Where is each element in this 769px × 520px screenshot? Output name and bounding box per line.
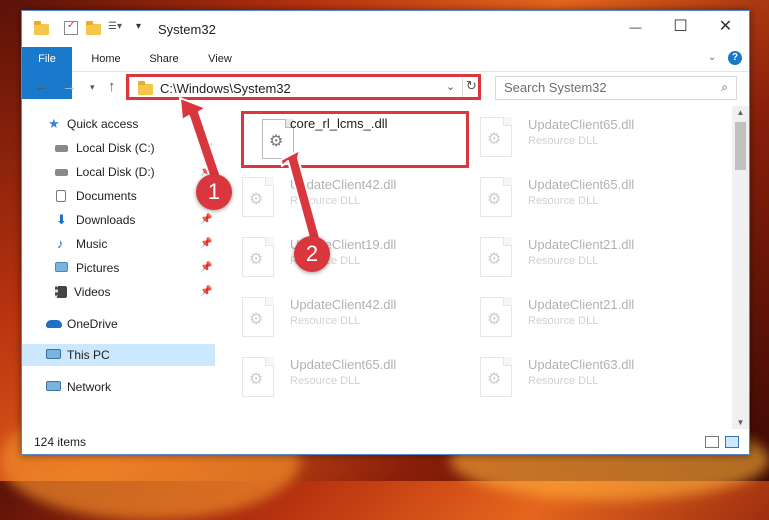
scroll-thumb[interactable] — [735, 122, 746, 170]
file-highlight-box — [241, 111, 469, 168]
maximize-button[interactable]: ☐ — [658, 11, 703, 43]
dll-file-icon: ⚙ — [480, 177, 512, 217]
file-item[interactable]: ⚙ UpdateClient65.dll Resource DLL — [460, 111, 690, 163]
large-icons-view-icon[interactable] — [725, 436, 739, 448]
forward-button[interactable]: → — [62, 78, 77, 95]
music-icon: ♪ — [57, 236, 64, 251]
file-type: Resource DLL — [528, 255, 599, 267]
file-item[interactable]: ⚙ UpdateClient42.dll Resource DLL — [222, 291, 452, 343]
file-type: Resource DLL — [528, 375, 599, 387]
pin-icon: 📌 — [200, 286, 213, 297]
drive-icon — [55, 145, 68, 152]
search-input[interactable] — [496, 77, 712, 97]
window-title: System32 — [158, 22, 216, 37]
file-name: UpdateClient42.dll — [290, 177, 397, 192]
pin-icon: 📌 — [200, 214, 213, 225]
file-type: Resource DLL — [528, 195, 599, 207]
file-item[interactable]: ⚙ UpdateClient42.dll Resource DLL — [222, 171, 452, 223]
file-name: UpdateClient65.dll — [290, 357, 397, 372]
dll-file-icon: ⚙ — [480, 297, 512, 337]
nav-item-local-disk-c[interactable]: Local Disk (C:) 📌 — [22, 137, 215, 159]
help-icon[interactable]: ? — [728, 51, 742, 65]
file-item[interactable]: ⚙ UpdateClient21.dll Resource DLL — [460, 231, 690, 283]
expand-ribbon-icon[interactable]: ⌄ — [708, 52, 716, 63]
dll-file-icon: ⚙ — [242, 357, 274, 397]
nav-item-downloads[interactable]: ⬇ Downloads 📌 — [22, 209, 215, 231]
nav-item-pictures[interactable]: Pictures 📌 — [22, 257, 215, 279]
file-item[interactable]: ⚙ UpdateClient65.dll Resource DLL — [460, 171, 690, 223]
search-box[interactable]: ⌕ — [495, 76, 737, 100]
tab-view[interactable]: View — [200, 47, 240, 71]
file-name: UpdateClient65.dll — [528, 177, 635, 192]
folder-icon — [34, 21, 49, 35]
scroll-up-icon[interactable]: ▲ — [732, 108, 749, 117]
pin-icon: 📌 — [200, 262, 213, 273]
dll-file-icon: ⚙ — [242, 297, 274, 337]
customize-toolbar-icon[interactable]: ☰▾ — [108, 21, 122, 35]
vertical-scrollbar[interactable]: ▲ ▼ — [732, 106, 749, 429]
computer-icon — [46, 349, 61, 359]
properties-icon[interactable]: ✓ — [64, 20, 78, 35]
up-button[interactable]: ↑ — [108, 78, 116, 95]
file-name: UpdateClient42.dll — [290, 297, 397, 312]
file-item[interactable]: ⚙ UpdateClient65.dll Resource DLL — [222, 351, 452, 403]
pin-icon: 📌 — [200, 142, 213, 153]
file-type: Resource DLL — [528, 315, 599, 327]
status-bar: 124 items — [22, 430, 749, 454]
address-row: ← → ▾ ↑ C:\Windows\System32 ⌄ ↻ ⌕ — [22, 72, 749, 104]
search-icon[interactable]: ⌕ — [721, 80, 728, 95]
file-item[interactable]: ⚙ UpdateClient19.dll Resource DLL — [222, 231, 452, 283]
scroll-down-icon[interactable]: ▼ — [732, 418, 749, 427]
tab-home[interactable]: Home — [84, 47, 128, 71]
file-type: Resource DLL — [290, 315, 361, 327]
tab-share[interactable]: Share — [142, 47, 186, 71]
downloads-icon: ⬇ — [56, 212, 67, 227]
quick-access-dropdown-icon[interactable]: ▾ — [136, 21, 150, 35]
drive-icon — [55, 169, 68, 176]
videos-icon — [55, 286, 67, 298]
documents-icon — [56, 190, 66, 202]
pin-icon: 📌 — [200, 238, 213, 249]
address-highlight-box — [126, 74, 481, 100]
dll-file-icon: ⚙ — [242, 177, 274, 217]
file-name: UpdateClient65.dll — [528, 117, 635, 132]
step-badge-1: 1 — [196, 174, 232, 210]
file-type: Resource DLL — [290, 375, 361, 387]
minimize-button[interactable]: — — [613, 11, 658, 43]
new-folder-icon[interactable] — [86, 21, 101, 35]
nav-item-network[interactable]: Network — [22, 376, 215, 398]
pictures-icon — [55, 262, 68, 272]
file-type: Resource DLL — [290, 195, 361, 207]
star-icon: ★ — [48, 116, 60, 131]
dll-file-icon: ⚙ — [480, 357, 512, 397]
nav-item-music[interactable]: ♪ Music 📌 — [22, 233, 215, 255]
details-view-icon[interactable] — [705, 436, 719, 448]
close-button[interactable]: ✕ — [703, 11, 748, 43]
file-item[interactable]: ⚙ UpdateClient21.dll Resource DLL — [460, 291, 690, 343]
nav-item-onedrive[interactable]: OneDrive — [22, 313, 215, 335]
dll-file-icon: ⚙ — [480, 237, 512, 277]
file-name: UpdateClient63.dll — [528, 357, 635, 372]
file-name: UpdateClient21.dll — [528, 297, 635, 312]
nav-item-quick-access[interactable]: ★ Quick access — [22, 113, 215, 135]
nav-item-documents[interactable]: Documents 📌 — [22, 185, 215, 207]
step-badge-2: 2 — [294, 236, 330, 272]
network-icon — [46, 381, 61, 391]
onedrive-icon — [46, 320, 62, 328]
navigation-pane: ★ Quick access Local Disk (C:) 📌 Local D… — [22, 106, 215, 426]
item-count: 124 items — [34, 435, 87, 449]
nav-item-local-disk-d[interactable]: Local Disk (D:) 📌 — [22, 161, 215, 183]
nav-item-videos[interactable]: Videos 📌 — [22, 281, 215, 303]
title-bar: ✓ ☰▾ ▾ System32 — ☐ ✕ — [22, 11, 749, 47]
nav-item-this-pc[interactable]: This PC — [22, 344, 215, 366]
dll-file-icon: ⚙ — [242, 237, 274, 277]
ribbon-tabs: File Home Share View ⌄ ? — [22, 47, 749, 99]
explorer-window: ✓ ☰▾ ▾ System32 — ☐ ✕ File Home Share Vi… — [21, 10, 750, 455]
file-name: UpdateClient21.dll — [528, 237, 635, 252]
dll-file-icon: ⚙ — [480, 117, 512, 157]
file-item[interactable]: ⚙ UpdateClient63.dll Resource DLL — [460, 351, 690, 403]
file-type: Resource DLL — [528, 135, 599, 147]
back-button[interactable]: ← — [34, 78, 49, 95]
recent-locations-dropdown[interactable]: ▾ — [90, 82, 95, 93]
